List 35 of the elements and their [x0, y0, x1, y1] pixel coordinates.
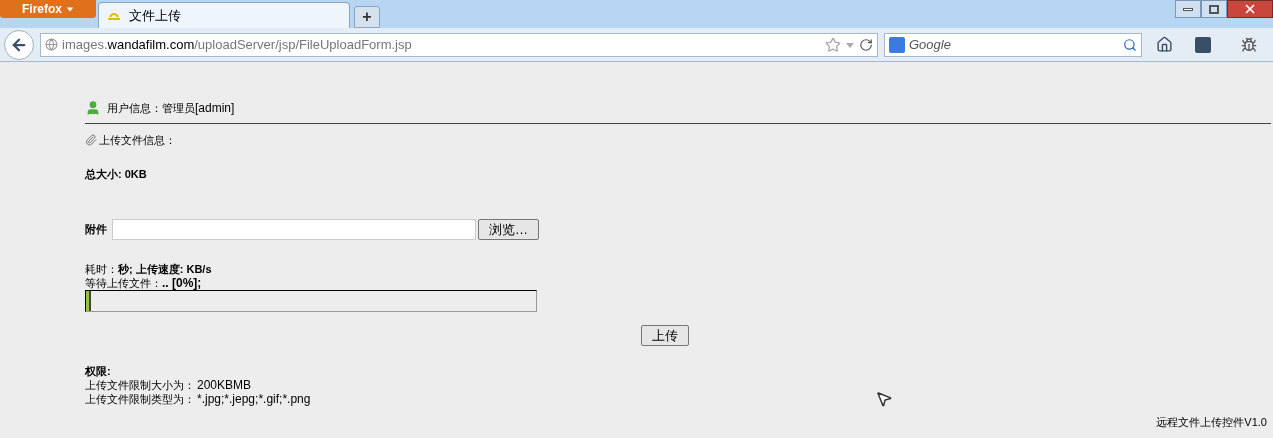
- upload-info-label: 上传文件信息：: [99, 133, 176, 148]
- footer-text: 远程文件上传控件V1.0: [1156, 414, 1267, 430]
- file-path-field[interactable]: [112, 219, 476, 240]
- minimize-icon[interactable]: [1175, 0, 1201, 18]
- home-icon[interactable]: [1156, 36, 1173, 53]
- reload-icon[interactable]: [859, 37, 873, 52]
- attachment-label: 附件: [85, 222, 108, 238]
- bug-icon[interactable]: [1241, 36, 1257, 53]
- browser-tab[interactable]: 文件上传: [98, 2, 350, 28]
- close-icon[interactable]: [1227, 0, 1273, 18]
- address-bar[interactable]: images.wandafilm.com/uploadServer/jsp/FileUploadForm.jsp: [40, 32, 878, 57]
- cursor-icon: [875, 390, 893, 408]
- waiting-status-text: 等待上传文件：.. [0%];: [85, 276, 203, 290]
- limit-label: 上传文件限制大小为：: [85, 378, 196, 392]
- browse-button[interactable]: 浏览…: [478, 219, 539, 240]
- paperclip-icon: [85, 134, 97, 147]
- maximize-icon[interactable]: [1201, 0, 1227, 18]
- globe-icon: [45, 38, 58, 51]
- tab-favicon-icon: [107, 10, 121, 21]
- search-icon[interactable]: [1123, 37, 1137, 52]
- new-tab-button[interactable]: +: [354, 6, 380, 28]
- search-placeholder: Google: [909, 35, 952, 54]
- search-field[interactable]: Google: [884, 32, 1142, 57]
- user-icon: [85, 100, 101, 116]
- caret-icon: [66, 5, 74, 13]
- limit-label: 上传文件限制类型为：: [85, 392, 196, 406]
- time-speed-text: 耗时：秒; 上传速度: KB/s: [85, 262, 213, 276]
- upload-button[interactable]: 上传: [641, 325, 689, 346]
- user-info-text: 用户信息：管理员[admin]: [107, 100, 235, 117]
- star-icon[interactable]: [825, 36, 841, 53]
- total-size-text: 总大小: 0KB: [85, 166, 148, 182]
- limit-value: *.jpg;*.jepg;*.gif;*.png: [197, 392, 311, 406]
- permissions-title: 权限:: [85, 364, 112, 378]
- back-button[interactable]: [4, 29, 34, 60]
- limit-value: 200KBMB: [197, 378, 252, 392]
